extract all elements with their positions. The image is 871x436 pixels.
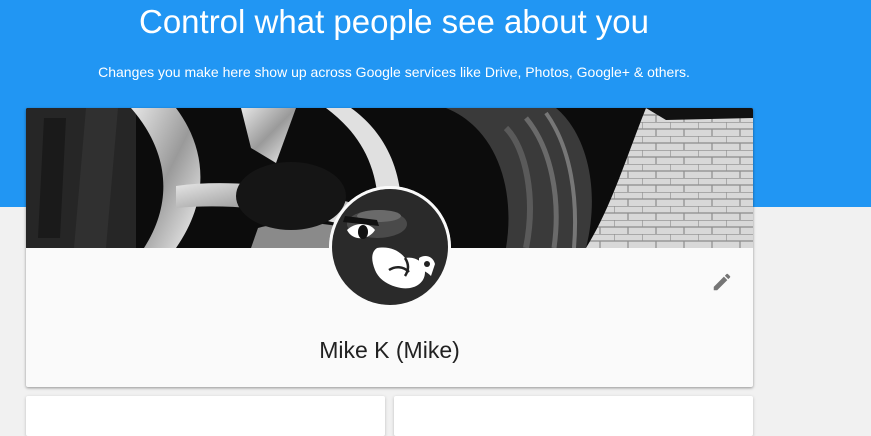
hero-title: Control what people see about you (138, 3, 650, 40)
edit-profile-button[interactable] (706, 266, 738, 298)
pencil-icon (713, 273, 731, 291)
bullet-bill-avatar-icon (329, 186, 451, 308)
profile-avatar[interactable] (329, 186, 451, 308)
hero-subtitle: Changes you make here show up across Goo… (98, 64, 690, 80)
profile-name: Mike K (Mike) (319, 337, 460, 363)
profile-card: Mike K (Mike) (26, 108, 753, 387)
info-card-left (26, 396, 385, 436)
info-card-right (394, 396, 753, 436)
